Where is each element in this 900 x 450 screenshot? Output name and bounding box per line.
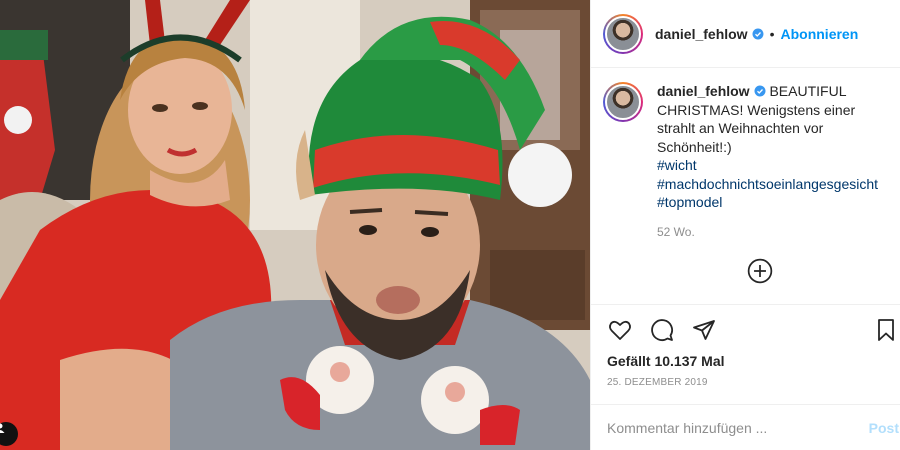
comment-input[interactable] [607,419,861,436]
caption-time-ago[interactable]: 52 Wo. [657,223,888,242]
hashtag-link[interactable]: #topmodel [657,193,888,212]
like-count[interactable]: Gefällt 10.137 Mal [607,353,889,369]
action-icons-row [607,317,894,343]
post-comment-button[interactable]: Post [869,420,899,436]
post-actions: Gefällt 10.137 Mal 25. Dezember 2019 [591,304,900,388]
comment-button[interactable] [649,318,675,342]
post-photo[interactable] [0,0,590,450]
caption-username[interactable]: daniel_fehlow [657,83,750,99]
person-glyph [0,423,5,433]
save-button[interactable] [875,318,897,342]
header-username[interactable]: daniel_fehlow [655,26,748,42]
plus-circle-icon[interactable] [747,258,773,284]
paper-plane-icon [693,320,715,340]
post-image-illustration [0,0,590,450]
bookmark-icon [878,319,894,341]
verified-badge-icon [754,85,766,97]
follow-button[interactable]: Abonnieren [780,26,858,42]
caption-section: daniel_fehlow BEAUTIFUL CHRISTMAS! Wenig… [591,68,900,304]
post-date[interactable]: 25. Dezember 2019 [607,377,889,388]
avatar[interactable] [603,13,643,54]
like-button[interactable] [607,318,633,342]
heart-icon [609,320,631,340]
separator-dot: • [769,25,775,42]
comment-box: Post [591,404,900,450]
comment-bubble-icon [651,319,673,341]
post-header: daniel_fehlow • Abonnieren [591,0,900,68]
hashtag-link[interactable]: #wicht [657,156,888,175]
post-side-panel: daniel_fehlow • Abonnieren daniel_fehlow… [590,0,900,450]
hashtag-link[interactable]: #machdochnichtsoeinlangesgesicht [657,175,888,194]
avatar-image [605,15,641,52]
caption-avatar-image [605,84,641,120]
share-button[interactable] [691,318,717,342]
caption-avatar[interactable] [603,82,643,122]
verified-badge-icon [752,28,764,39]
